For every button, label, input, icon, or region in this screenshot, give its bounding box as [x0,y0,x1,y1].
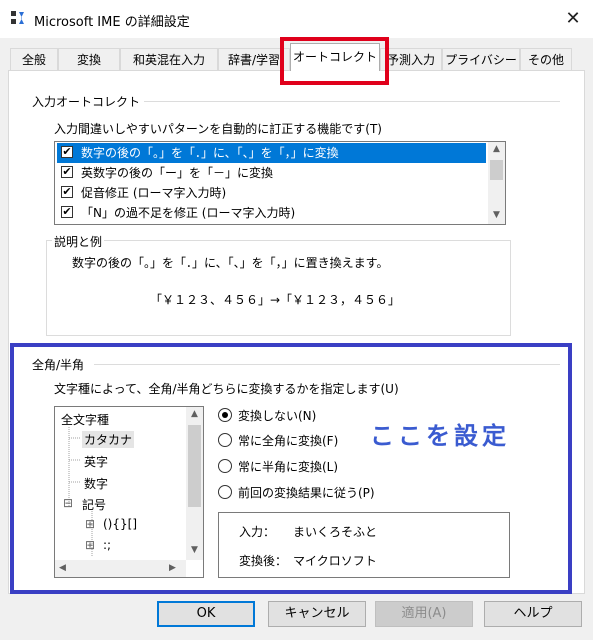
window-title: Microsoft IME の詳細設定 [34,15,190,30]
tab-privacy[interactable]: プライバシー [442,48,520,70]
list-scrollbar[interactable]: ▲ ▼ [488,142,505,224]
tab-label: 予測入力 [386,53,435,67]
group-divider [100,101,560,102]
list-item-label: 英数字の後の「ー」を「－」に変換 [81,166,274,180]
apply-button[interactable]: 適用(A) [375,601,473,627]
tab-conversion[interactable]: 変換 [58,48,120,70]
ok-button[interactable]: OK [157,601,255,627]
check-icon: ✔ [62,165,72,178]
tab-label: プライバシー [445,53,517,67]
list-item-label: 促音修正 (ローマ字入力時) [81,186,227,200]
check-icon: ✔ [62,205,72,218]
list-item[interactable]: ✔ 数字の後の「。」を「．」に、「、」を「，」に変換 [57,143,486,163]
scroll-down-icon[interactable]: ▼ [488,210,505,220]
list-item[interactable]: ✔ 促音修正 (ローマ字入力時) [57,183,486,203]
cancel-button[interactable]: キャンセル [268,601,366,627]
tab-label: 和英混在入力 [132,53,205,67]
list-item[interactable]: ✔ 「N」の過不足を修正 (ローマ字入力時) [57,203,486,223]
tab-mixed-input[interactable]: 和英混在入力 [120,48,218,70]
explanation-example: 「￥１２３、４５６」→「￥１２３，４５６」 [150,293,401,307]
help-button[interactable]: ヘルプ [484,601,582,627]
input-autocorrect-title: 入力オートコレクト [32,93,145,110]
autocorrect-list[interactable]: ✔ 数字の後の「。」を「．」に、「、」を「，」に変換 ✔ 英数字の後の「ー」を「… [54,141,506,225]
close-icon: ✕ [565,8,581,29]
tab-label: その他 [527,53,564,67]
tab-highlight-box [280,37,389,85]
scroll-thumb[interactable] [490,160,503,180]
tab-other[interactable]: その他 [520,48,572,70]
checkbox[interactable]: ✔ [61,206,73,218]
fullwidth-highlight-box [10,343,572,594]
checkbox[interactable]: ✔ [61,186,73,198]
list-item[interactable]: ✔ 英数字の後の「ー」を「－」に変換 [57,163,486,183]
check-icon: ✔ [62,145,72,158]
explanation-text: 数字の後の「。」を「．」に、「、」を「，」に置き換えます。 [72,256,389,270]
tab-prediction[interactable]: 予測入力 [380,48,442,70]
scroll-up-icon[interactable]: ▲ [488,144,505,154]
tab-label: 辞書/学習 [227,53,281,67]
explanation-title: 説明と例 [52,233,105,250]
check-icon: ✔ [62,185,72,198]
checkbox[interactable]: ✔ [61,146,73,158]
tab-general[interactable]: 全般 [10,48,58,70]
close-button[interactable]: ✕ [556,4,590,34]
checkbox[interactable]: ✔ [61,166,73,178]
tab-label: 変換 [76,53,101,67]
title-bar: Microsoft IME の詳細設定 ✕ [0,0,593,38]
list-item-label: 「N」の過不足を修正 (ローマ字入力時) [81,206,296,220]
list-item-label: 数字の後の「。」を「．」に、「、」を「，」に変換 [81,146,339,160]
input-autocorrect-description: 入力間違いしやすいパターンを自動的に訂正する機能です(T) [54,122,382,136]
tab-label: 全般 [21,53,46,67]
ime-settings-icon [11,11,24,24]
